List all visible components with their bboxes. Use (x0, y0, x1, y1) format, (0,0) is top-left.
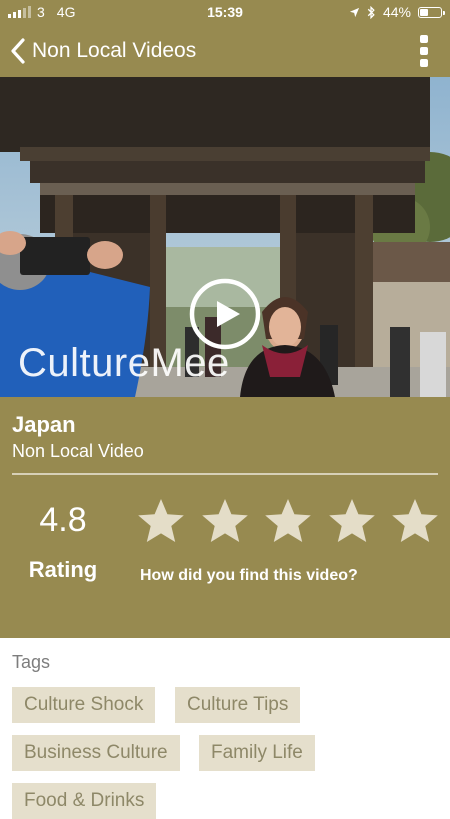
tag-chip[interactable]: Food & Drinks (12, 783, 157, 819)
tag-chip[interactable]: Family Life (199, 735, 315, 771)
battery-icon (418, 6, 445, 18)
more-menu-button[interactable] (420, 35, 428, 67)
chevron-left-icon (11, 38, 25, 64)
star-icon[interactable] (137, 498, 185, 544)
video-watermark: CultureMee (18, 341, 230, 385)
status-bar: 3 4G 15:39 44% (0, 0, 450, 26)
location-arrow-icon (349, 7, 360, 17)
more-vertical-icon (420, 35, 428, 43)
rating-value: 4.8 (39, 501, 87, 539)
top-nav-bar: Non Local Videos (0, 26, 450, 77)
star-icon[interactable] (201, 498, 249, 544)
page-title: Non Local Videos (32, 39, 197, 62)
star-icon[interactable] (328, 498, 376, 544)
rating-prompt: How did you find this video? (140, 567, 358, 584)
video-type: Non Local Video (12, 441, 144, 461)
battery-percent: 44% (382, 4, 411, 20)
star-icon[interactable] (391, 498, 439, 544)
tag-chip[interactable]: Culture Shock (12, 687, 156, 723)
video-player[interactable]: CultureMee (0, 77, 450, 397)
tag-chip[interactable]: Culture Tips (175, 687, 301, 723)
bluetooth-icon (367, 5, 375, 19)
rating-label: Rating (28, 557, 98, 582)
back-button[interactable]: Non Local Videos (10, 38, 196, 64)
tags-heading: Tags (12, 652, 51, 672)
tag-chip[interactable]: Business Culture (12, 735, 180, 771)
play-icon[interactable] (189, 278, 261, 350)
video-info-panel: Japan Non Local Video 4.8 Rating How did… (0, 397, 450, 638)
divider (12, 473, 438, 475)
video-country: Japan (12, 412, 76, 437)
star-rating-input[interactable] (137, 498, 439, 544)
star-icon[interactable] (264, 498, 312, 544)
